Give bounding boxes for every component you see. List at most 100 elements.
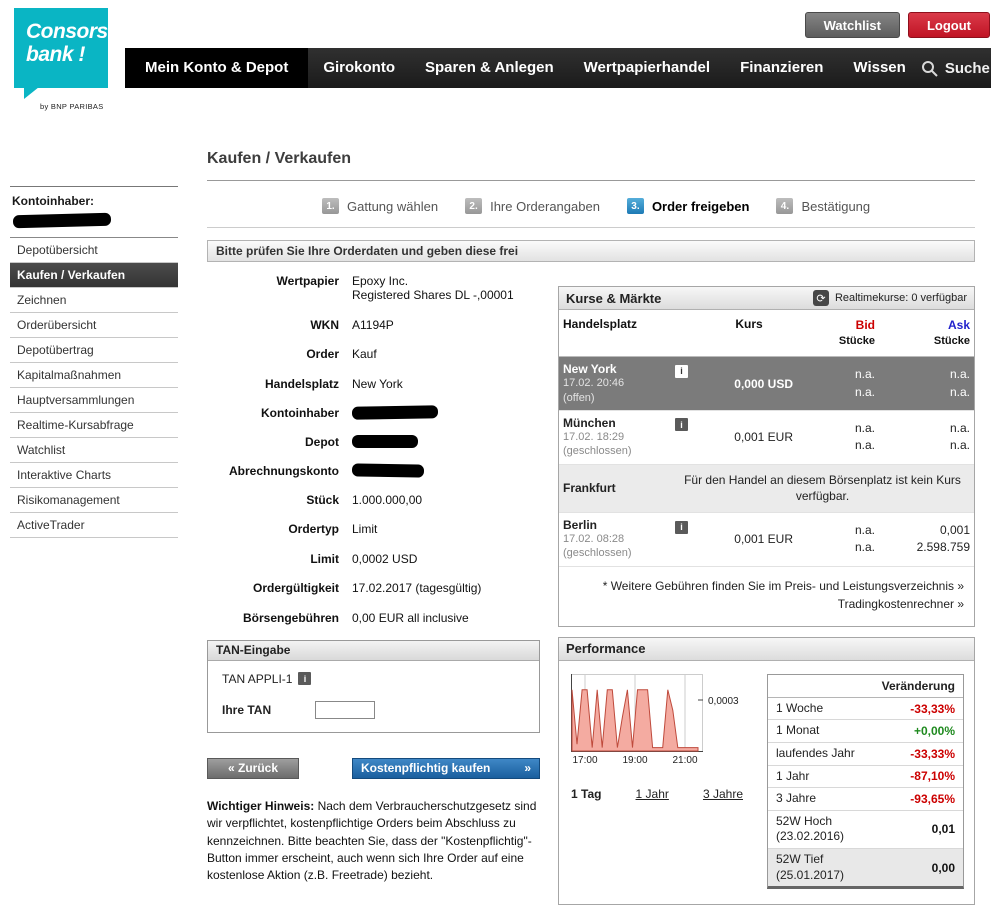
step-gattung-waehlen: 1. Gattung wählen bbox=[322, 198, 438, 214]
info-icon[interactable]: i bbox=[675, 418, 688, 431]
nav-wissen[interactable]: Wissen bbox=[838, 48, 920, 88]
important-notice: Wichtiger Hinweis: Nach dem Verbrauchers… bbox=[207, 798, 540, 885]
kurse-maerkte-title: Kurse & Märkte bbox=[566, 291, 661, 306]
performance-panel: Performance bbox=[558, 637, 975, 905]
detail-row-ordergueltigkeit: Ordergültigkeit 17.02.2017 (tagesgültig) bbox=[207, 581, 540, 595]
kurse-row-muenchen[interactable]: München 17.02. 18:29 (geschlossen) i 0,0… bbox=[559, 411, 974, 465]
sidebar-item-orderuebersicht[interactable]: Orderübersicht bbox=[10, 313, 178, 338]
intraday-chart: 0,0003 bbox=[571, 674, 763, 752]
step-number: 4. bbox=[776, 198, 793, 214]
arrow-right-icon: » bbox=[524, 761, 531, 775]
sidebar-item-depotuebertrag[interactable]: Depotübertrag bbox=[10, 338, 178, 363]
redacted-abrechnungskonto bbox=[352, 463, 424, 477]
nav-wertpapierhandel[interactable]: Wertpapierhandel bbox=[569, 48, 725, 88]
sidebar-item-kaufen-verkaufen[interactable]: Kaufen / Verkaufen bbox=[10, 263, 178, 288]
sidebar: Kontoinhaber: Depotübersicht Kaufen / Ve… bbox=[10, 186, 178, 538]
refresh-icon[interactable]: ⟳ bbox=[813, 290, 829, 306]
sparkline-svg bbox=[571, 674, 703, 752]
step-number: 3. bbox=[627, 198, 644, 214]
chart-y-label: 0,0003 bbox=[708, 696, 739, 707]
back-button[interactable]: « Zurück bbox=[207, 758, 299, 779]
step-bestaetigung: 4. Bestätigung bbox=[776, 198, 870, 214]
sidebar-item-zeichnen[interactable]: Zeichnen bbox=[10, 288, 178, 313]
detail-row-kontoinhaber: Kontoinhaber bbox=[207, 406, 540, 420]
page-title: Kaufen / Verkaufen bbox=[207, 150, 975, 181]
perf-row-1-monat: 1 Monat +0,00% bbox=[768, 720, 963, 743]
logo-tail bbox=[24, 87, 39, 99]
sidebar-item-watchlist[interactable]: Watchlist bbox=[10, 438, 178, 463]
logo-text: Consors bbox=[26, 20, 108, 43]
kurse-row-frankfurt[interactable]: Frankfurt Für den Handel an diesem Börse… bbox=[559, 465, 974, 514]
main-content: Kaufen / Verkaufen 1. Gattung wählen 2. … bbox=[207, 150, 975, 885]
detail-row-depot: Depot bbox=[207, 435, 540, 449]
perf-row-1-woche: 1 Woche -33,33% bbox=[768, 698, 963, 721]
logo-byline: by BNP PARIBAS bbox=[40, 102, 114, 111]
detail-row-ordertyp: Ordertyp Limit bbox=[207, 522, 540, 536]
info-icon[interactable]: i bbox=[298, 672, 311, 685]
sidebar-item-hauptversammlungen[interactable]: Hauptversammlungen bbox=[10, 388, 178, 413]
period-3-jahre[interactable]: 3 Jahre bbox=[703, 787, 743, 801]
period-1-tag[interactable]: 1 Tag bbox=[571, 787, 601, 801]
search-label: Suche bbox=[945, 60, 990, 77]
detail-row-order: Order Kauf bbox=[207, 347, 540, 361]
sidebar-item-interaktive-charts[interactable]: Interaktive Charts bbox=[10, 463, 178, 488]
nav-girokonto[interactable]: Girokonto bbox=[308, 48, 410, 88]
redacted-kontoinhaber bbox=[352, 405, 438, 419]
search-icon bbox=[921, 60, 938, 77]
detail-row-limit: Limit 0,0002 USD bbox=[207, 552, 540, 566]
sidebar-item-risikomanagement[interactable]: Risikomanagement bbox=[10, 488, 178, 513]
tan-method: TAN APPLI-1 bbox=[222, 672, 292, 686]
sidebar-item-realtime-kursabfrage[interactable]: Realtime-Kursabfrage bbox=[10, 413, 178, 438]
info-icon[interactable]: i bbox=[675, 521, 688, 534]
session-buttons: Watchlist Logout bbox=[805, 12, 990, 38]
kurse-table-header: Handelsplatz Kurs Bid Stücke Ask Stücke bbox=[559, 310, 974, 357]
nav-mein-konto-depot[interactable]: Mein Konto & Depot bbox=[125, 48, 308, 88]
redacted-account-holder bbox=[13, 213, 111, 229]
tan-input[interactable] bbox=[315, 701, 375, 719]
redacted-depot bbox=[352, 435, 418, 448]
kurse-row-new-york[interactable]: New York 17.02. 20:46 (offen) i 0,000 US… bbox=[559, 357, 974, 411]
watchlist-button[interactable]: Watchlist bbox=[805, 12, 900, 38]
fee-footnote: * Weitere Gebühren finden Sie im Preis- … bbox=[559, 567, 974, 626]
veraenderung-header: Veränderung bbox=[768, 675, 963, 698]
detail-row-wkn: WKN A1194P bbox=[207, 318, 540, 332]
main-nav: Mein Konto & Depot Girokonto Sparen & An… bbox=[125, 48, 991, 88]
kurse-row-berlin[interactable]: Berlin 17.02. 08:28 (geschlossen) i 0,00… bbox=[559, 513, 974, 567]
perf-row-1-jahr: 1 Jahr -87,10% bbox=[768, 766, 963, 789]
preis-leistungsverzeichnis-link[interactable]: * Weitere Gebühren finden Sie im Preis- … bbox=[569, 577, 964, 596]
order-details: Wertpapier Epoxy Inc. Registered Shares … bbox=[207, 274, 540, 885]
kurse-maerkte-panel: Kurse & Märkte ⟳ Realtimekurse: 0 verfüg… bbox=[558, 286, 975, 627]
nav-search[interactable]: Suche bbox=[921, 48, 1005, 88]
sidebar-item-kapitalmassnahmen[interactable]: Kapitalmaßnahmen bbox=[10, 363, 178, 388]
account-holder-label: Kontoinhaber: bbox=[10, 194, 178, 208]
step-number: 2. bbox=[465, 198, 482, 214]
tan-box: TAN-Eingabe TAN APPLI-1 i Ihre TAN bbox=[207, 640, 540, 733]
buy-button[interactable]: Kostenpflichtig kaufen » bbox=[352, 758, 540, 779]
market-column: Kurse & Märkte ⟳ Realtimekurse: 0 verfüg… bbox=[558, 286, 975, 915]
tan-box-title: TAN-Eingabe bbox=[208, 641, 539, 661]
nav-finanzieren[interactable]: Finanzieren bbox=[725, 48, 838, 88]
period-1-jahr[interactable]: 1 Jahr bbox=[636, 787, 669, 801]
tradingkostenrechner-link[interactable]: Tradingkostenrechner » bbox=[569, 595, 964, 614]
step-order-freigeben: 3. Order freigeben bbox=[627, 198, 750, 214]
chart-x-ticks: 17:00 19:00 21:00 bbox=[571, 755, 703, 769]
detail-row-stueck: Stück 1.000.000,00 bbox=[207, 493, 540, 507]
tan-label: Ihre TAN bbox=[222, 703, 315, 717]
step-ihre-orderangaben: 2. Ihre Orderangaben bbox=[465, 198, 600, 214]
logout-button[interactable]: Logout bbox=[908, 12, 990, 38]
detail-row-handelsplatz: Handelsplatz New York bbox=[207, 377, 540, 391]
perf-row-laufendes-jahr: laufendes Jahr -33,33% bbox=[768, 743, 963, 766]
nav-sparen-anlegen[interactable]: Sparen & Anlegen bbox=[410, 48, 569, 88]
sidebar-item-depotuebersicht[interactable]: Depotübersicht bbox=[10, 238, 178, 263]
perf-row-52w-hoch: 52W Hoch (23.02.2016) 0,01 bbox=[768, 811, 963, 849]
consorsbank-logo[interactable]: Consors bank ! by BNP PARIBAS bbox=[14, 8, 114, 111]
sidebar-item-activetrader[interactable]: ActiveTrader bbox=[10, 513, 178, 538]
detail-row-abrechnungskonto: Abrechnungskonto bbox=[207, 464, 540, 478]
logo-text: bank ! bbox=[26, 43, 108, 66]
section-title: Bitte prüfen Sie Ihre Orderdaten und geb… bbox=[207, 240, 975, 262]
detail-row-boersengebuehren: Börsengebühren 0,00 EUR all inclusive bbox=[207, 611, 540, 625]
perf-row-3-jahre: 3 Jahre -93,65% bbox=[768, 788, 963, 811]
detail-row-wertpapier: Wertpapier Epoxy Inc. Registered Shares … bbox=[207, 274, 540, 303]
performance-title: Performance bbox=[566, 641, 645, 656]
info-icon[interactable]: i bbox=[675, 365, 688, 378]
